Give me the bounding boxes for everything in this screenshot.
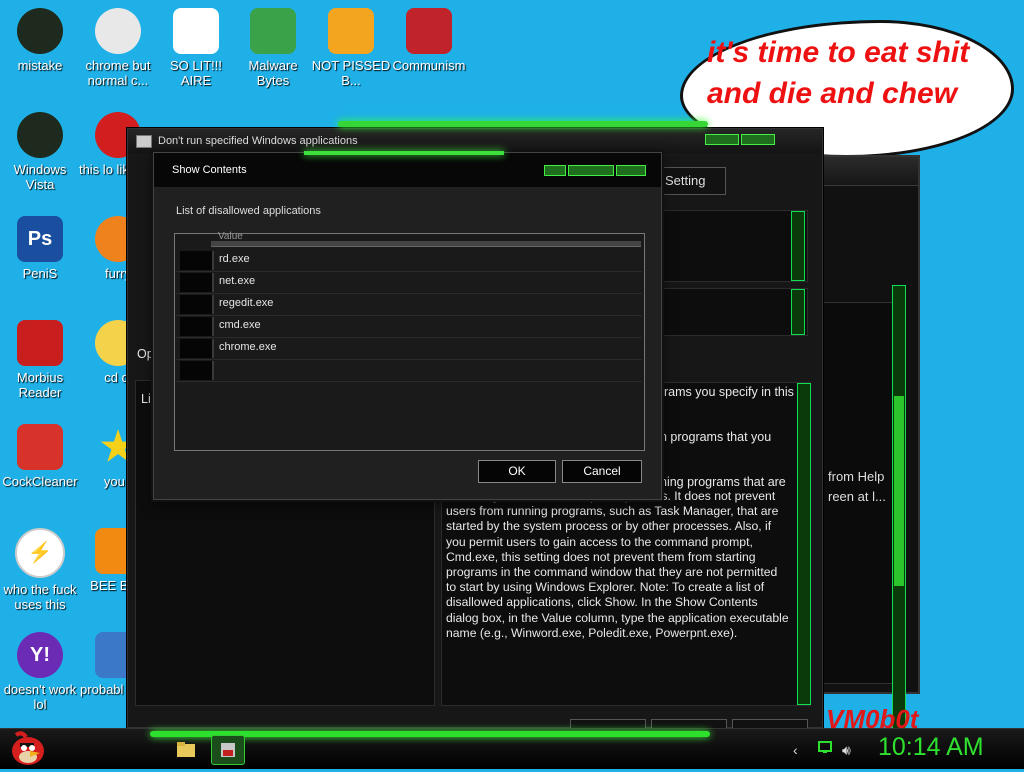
policy-window-title: Don't run specified Windows applications <box>158 135 358 147</box>
row-value[interactable]: chrome.exe <box>219 341 276 353</box>
row-header-cell[interactable] <box>180 317 214 336</box>
desktop-icon-label: mistake <box>17 58 63 73</box>
desktop-icon[interactable]: Ps PeniS <box>0 216 80 281</box>
desktop-icon[interactable]: Y! doesn't work lol <box>0 632 80 712</box>
supported-box <box>660 288 808 336</box>
dialog-window-controls[interactable] <box>544 165 646 176</box>
taskbar-policy-editor[interactable] <box>211 735 245 765</box>
desktop-icon-label: CockCleaner <box>2 474 78 489</box>
lightning-icon: ⚡ <box>15 528 65 578</box>
desktop: { "desktop": { "icons": [ {"label":"mist… <box>0 0 1024 769</box>
desktop-icon[interactable]: mistake <box>0 8 80 73</box>
green-pig-icon <box>328 8 374 54</box>
desktop-icon[interactable]: Malware Bytes <box>233 8 313 88</box>
desktop-icon-label: Malware Bytes <box>248 58 298 88</box>
desktop-icon[interactable]: Morbius Reader <box>0 320 80 400</box>
desktop-icon-label: chrome but normal c... <box>85 58 151 88</box>
dialog-close-button[interactable] <box>616 165 646 176</box>
clock[interactable]: 10:14 AM <box>878 733 984 762</box>
comment-scrollbar[interactable] <box>791 211 805 281</box>
help-fragment-1: rams you specify in this <box>664 385 794 399</box>
comment-box[interactable] <box>660 210 808 282</box>
options-label: Op <box>137 347 154 361</box>
desktop-icon[interactable]: ⚡ who the fuck uses this <box>0 528 80 612</box>
yahoo-messenger-icon: Y! <box>17 632 63 678</box>
policy-icon <box>136 135 152 148</box>
apply-button-bottom[interactable] <box>732 719 808 728</box>
minimize-button[interactable] <box>705 134 739 145</box>
dialog-maximize-button[interactable] <box>568 165 614 176</box>
pdf-reader-icon <box>17 320 63 366</box>
help-scrollbar[interactable] <box>797 383 811 705</box>
ccleaner-icon <box>17 424 63 470</box>
hammer-flag-icon <box>406 8 452 54</box>
solitaire-cards-icon <box>173 8 219 54</box>
row-header-cell[interactable] <box>180 295 214 314</box>
window-controls[interactable] <box>705 134 775 145</box>
list-row[interactable]: chrome.exe <box>176 338 642 360</box>
desktop-icon[interactable]: Communism <box>389 8 469 73</box>
network-icon[interactable] <box>818 741 832 757</box>
desktop-icon-label: NOT PISSED B... <box>311 58 391 88</box>
disallowed-apps-list[interactable]: Value rd.exe net.exe regedit.exe cmd.exe chr… <box>174 231 645 451</box>
row-header-cell[interactable] <box>180 251 214 270</box>
row-header-cell[interactable] <box>180 361 214 380</box>
recycle-bin-icon <box>17 112 63 158</box>
cancel-button-bottom[interactable] <box>651 719 727 728</box>
start-button[interactable] <box>6 729 48 767</box>
desktop-icon[interactable]: CockCleaner <box>0 424 80 489</box>
row-header-cell[interactable] <box>180 339 214 358</box>
dialog-title: Show Contents <box>172 164 247 176</box>
desktop-icon[interactable]: NOT PISSED B... <box>311 8 391 88</box>
row-value[interactable]: net.exe <box>219 275 255 287</box>
help-fragment-2: n programs that you <box>660 430 772 444</box>
list-row[interactable] <box>176 360 642 382</box>
policy-window-titlebar[interactable]: Don't run specified Windows applications <box>128 121 822 153</box>
desktop-icon[interactable]: SO LIT!!! AIRE <box>156 8 236 88</box>
value-column-header[interactable]: Value <box>175 231 642 248</box>
row-header-cell[interactable] <box>180 273 214 292</box>
row-value[interactable]: cmd.exe <box>219 319 261 331</box>
shield-check-icon <box>250 8 296 54</box>
desktop-icon[interactable]: Windows Vista <box>0 112 80 192</box>
ok-button-bottom[interactable] <box>570 719 646 728</box>
desktop-icon-label: doesn't work lol <box>3 682 77 712</box>
list-row[interactable]: rd.exe <box>176 250 642 272</box>
chrome-icon <box>95 8 141 54</box>
desktop-icon[interactable]: chrome but normal c... <box>78 8 158 88</box>
folder-icon <box>177 742 195 757</box>
show-hidden-icons-icon[interactable]: ‹ <box>793 742 798 758</box>
cancel-button[interactable]: Cancel <box>562 460 642 483</box>
ok-button[interactable]: OK <box>478 460 556 483</box>
desktop-icon-label: who the fuck uses this <box>3 582 77 612</box>
row-value[interactable]: regedit.exe <box>219 297 273 309</box>
volume-icon[interactable]: 🔊︎ <box>842 742 851 759</box>
value-column-header-label: Value <box>218 231 243 242</box>
help-text: started by the Windows Explorer process.… <box>446 489 789 640</box>
setting-button[interactable]: Setting <box>658 167 726 195</box>
background-window-scrollbar[interactable] <box>892 285 906 757</box>
dialog-minimize-button[interactable] <box>544 165 566 176</box>
list-label: List of disallowed applications <box>176 205 321 217</box>
row-value[interactable]: rd.exe <box>219 253 250 265</box>
help-fragment-3: ning programs that are <box>660 475 786 489</box>
desktop-icon-label: Communism <box>392 58 466 73</box>
policy-editor-icon <box>221 743 235 757</box>
maximize-button[interactable] <box>741 134 775 145</box>
desktop-icon-label: PeniS <box>22 266 58 281</box>
desktop-icon-label: Windows Vista <box>13 162 67 192</box>
green-orb-icon <box>17 8 63 54</box>
background-window-text: from Help reen at l... <box>828 469 886 504</box>
list-row[interactable]: regedit.exe <box>176 294 642 316</box>
dialog-titlebar[interactable]: Show Contents <box>154 151 661 187</box>
desktop-icon-label: SO LIT!!! AIRE <box>169 58 222 88</box>
taskbar-explorer[interactable] <box>170 735 202 763</box>
list-row[interactable]: cmd.exe <box>176 316 642 338</box>
desktop-icon-label: Morbius Reader <box>16 370 64 400</box>
photoshop-icon: Ps <box>17 216 63 262</box>
angry-bird-icon <box>12 731 44 765</box>
list-row[interactable]: net.exe <box>176 272 642 294</box>
supported-scrollbar[interactable] <box>791 289 805 335</box>
